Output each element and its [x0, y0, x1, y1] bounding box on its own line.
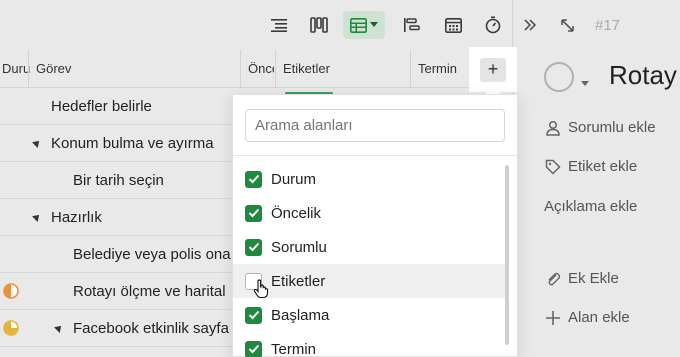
field-option-due[interactable]: Termin: [233, 332, 507, 357]
collapse-toggle-icon[interactable]: [32, 212, 42, 222]
view-toolbar: [0, 0, 512, 50]
expand-icon[interactable]: [560, 18, 575, 38]
calendar-view-icon[interactable]: [440, 12, 466, 38]
task-detail-panel: #17 Rotay Sorumlu ekle Etiket ekle Açıkl…: [512, 0, 680, 357]
timer-icon[interactable]: [480, 12, 506, 38]
add-field-label: Alan ekle: [568, 309, 630, 326]
task-name[interactable]: Belediye veya polis ona: [73, 236, 231, 273]
field-option-start[interactable]: Başlama: [233, 298, 507, 332]
option-label: Durum: [271, 170, 317, 188]
option-label: Öncelik: [271, 204, 322, 222]
field-option-priority[interactable]: Öncelik: [233, 196, 507, 230]
collapse-panel-icon[interactable]: [523, 18, 537, 37]
add-tag-button[interactable]: Etiket ekle: [545, 158, 637, 175]
tag-label: Etiket ekle: [568, 158, 638, 175]
field-option-status[interactable]: Durum: [233, 162, 507, 196]
gantt-view-icon[interactable]: [399, 12, 425, 38]
divider: [233, 155, 517, 156]
person-icon: [546, 120, 560, 136]
column-header-status[interactable]: Duru: [2, 50, 30, 88]
column-divider[interactable]: [410, 50, 411, 88]
app-window: Duru Görev Önce Etiketler Termin Hedefle…: [0, 0, 680, 357]
column-divider[interactable]: [28, 50, 29, 88]
option-label: Başlama: [271, 306, 330, 324]
chevron-down-icon: [370, 22, 378, 27]
column-header-tags[interactable]: Etiketler: [283, 50, 330, 88]
checkbox-checked[interactable]: [245, 340, 262, 357]
table-view-button[interactable]: [343, 11, 385, 39]
table-view-icon: [350, 17, 367, 33]
task-name[interactable]: Facebook etkinlik sayfa: [73, 310, 229, 347]
task-name[interactable]: Hazırlık: [51, 199, 102, 236]
search-fields-input[interactable]: [245, 109, 505, 142]
option-label: Sorumlu: [271, 238, 327, 256]
assign-button[interactable]: Sorumlu ekle: [545, 119, 656, 136]
board-view-icon[interactable]: [306, 12, 332, 38]
column-header-due[interactable]: Termin: [418, 50, 457, 88]
plus-icon: +: [480, 57, 506, 82]
column-header-task[interactable]: Görev: [36, 50, 71, 88]
status-progress-icon[interactable]: [3, 320, 19, 336]
status-half-icon[interactable]: [3, 283, 19, 299]
checkbox-checked[interactable]: [245, 170, 262, 188]
column-picker-dropdown: Durum Öncelik Sorumlu Etiketler Başlama …: [232, 94, 518, 357]
table-header: Duru Görev Önce Etiketler Termin: [0, 50, 512, 88]
column-divider[interactable]: [275, 50, 276, 88]
chevron-down-icon[interactable]: [581, 74, 589, 92]
task-name[interactable]: Konum bulma ve ayırma: [51, 125, 214, 162]
column-header-priority[interactable]: Önce: [248, 50, 274, 88]
task-name[interactable]: Hedefler belirle: [51, 88, 152, 125]
plus-icon: [546, 310, 560, 325]
checkbox-checked[interactable]: [245, 238, 262, 256]
assign-label: Sorumlu ekle: [568, 119, 656, 136]
description-label: Açıklama ekle: [544, 198, 638, 215]
task-name[interactable]: Rotayı ölçme ve harital: [73, 273, 226, 310]
option-label: Etiketler: [271, 272, 326, 290]
dropdown-scrollbar[interactable]: [505, 165, 509, 345]
column-divider[interactable]: [240, 50, 241, 88]
task-status-circle[interactable]: [544, 62, 574, 92]
task-title[interactable]: Rotay: [609, 60, 677, 91]
field-option-tags[interactable]: Etiketler: [233, 264, 507, 299]
attach-label: Ek Ekle: [568, 270, 619, 287]
task-name[interactable]: Bir tarih seçin: [73, 162, 164, 199]
add-attachment-button[interactable]: Ek Ekle: [545, 270, 619, 287]
field-option-assignee[interactable]: Sorumlu: [233, 230, 507, 264]
collapse-toggle-icon[interactable]: [32, 138, 42, 148]
checkbox-checked[interactable]: [245, 306, 262, 324]
checkbox-checked[interactable]: [245, 204, 262, 222]
tag-icon: [545, 159, 561, 175]
paperclip-icon: [548, 272, 561, 285]
add-field-button[interactable]: Alan ekle: [545, 309, 630, 326]
list-view-icon[interactable]: [267, 12, 293, 38]
option-label: Termin: [271, 340, 317, 357]
collapse-toggle-icon[interactable]: [54, 323, 64, 333]
hand-cursor-icon: [253, 279, 269, 299]
task-id: #17: [595, 17, 621, 34]
add-description-button[interactable]: Açıklama ekle: [544, 198, 637, 215]
